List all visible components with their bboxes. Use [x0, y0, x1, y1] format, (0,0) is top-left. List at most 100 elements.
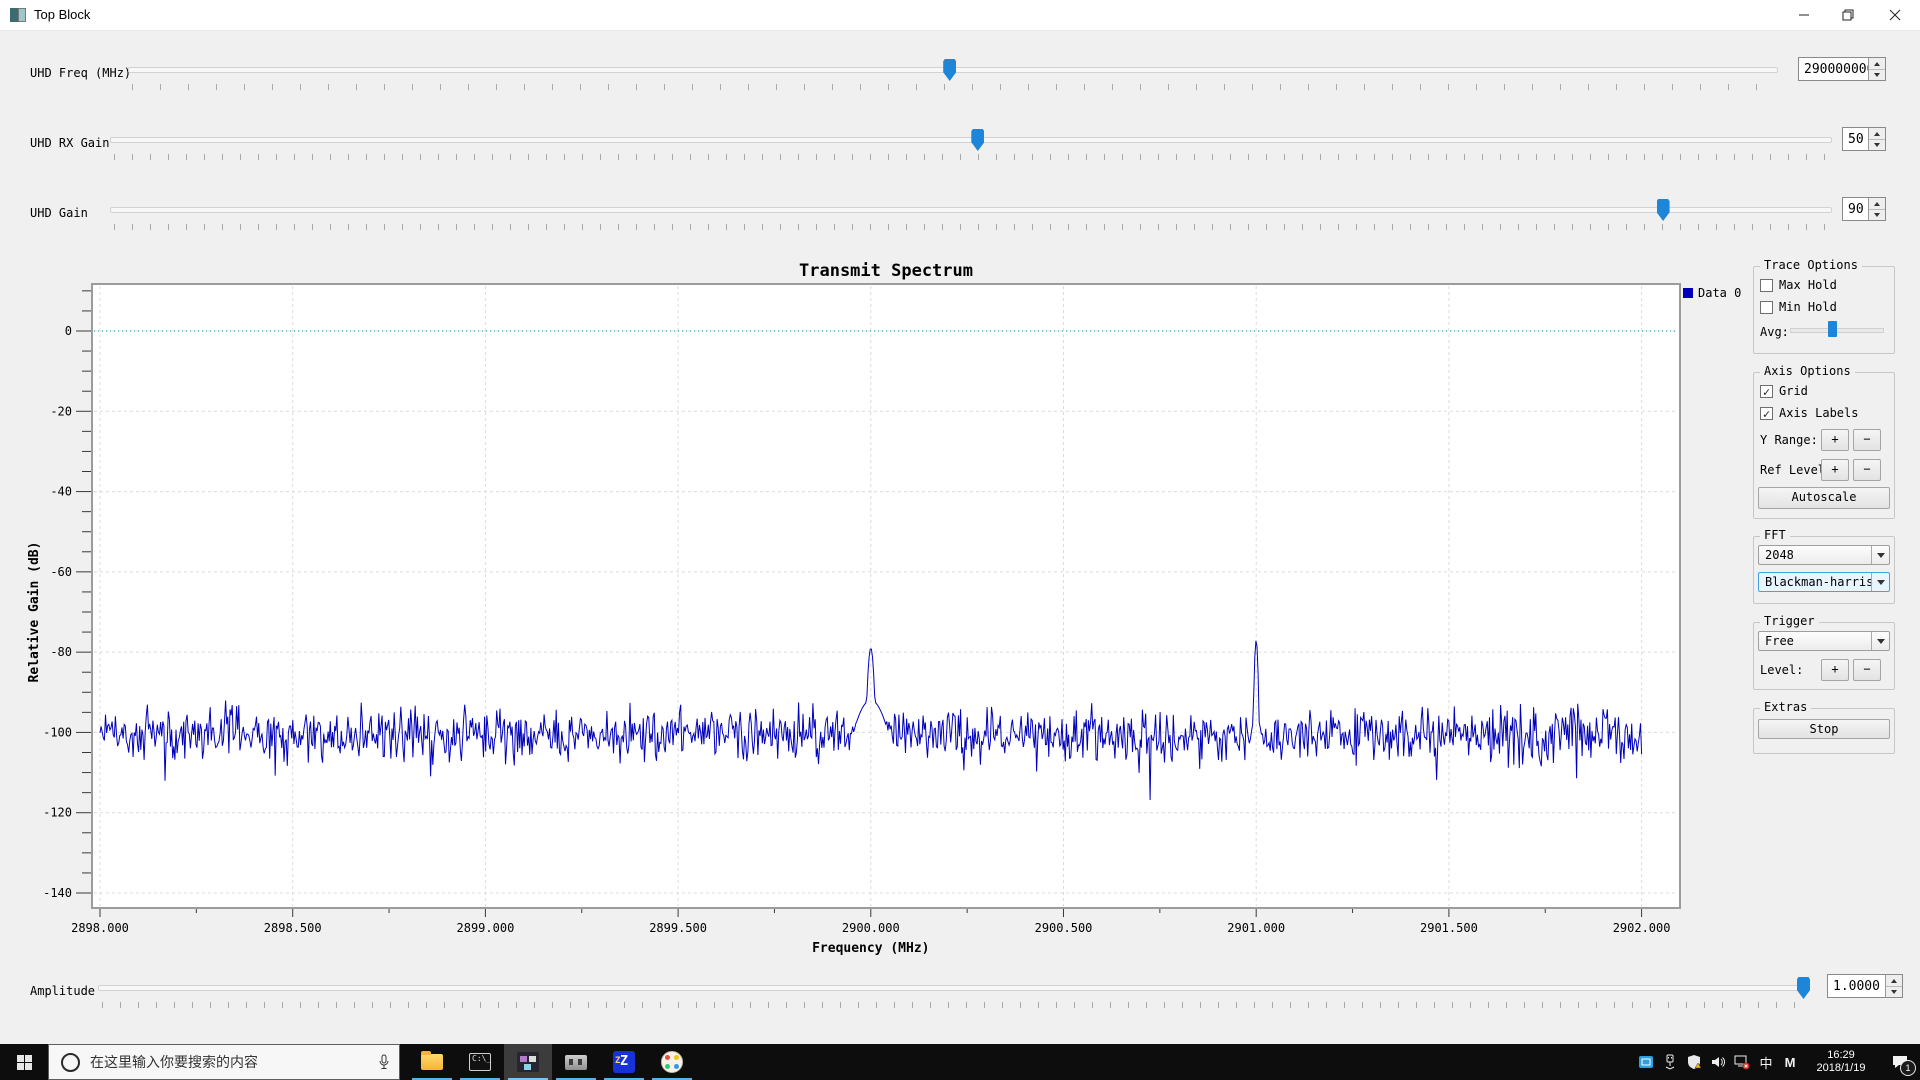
svg-text:-80: -80 — [50, 645, 72, 659]
volume-icon[interactable] — [1706, 1044, 1730, 1080]
svg-text:-140: -140 — [43, 886, 72, 900]
trigger-title: Trigger — [1760, 614, 1819, 628]
uhd-freq-slider-handle[interactable] — [943, 59, 957, 81]
amplitude-label: Amplitude — [30, 984, 96, 998]
trigger-mode-select[interactable]: Free — [1758, 631, 1890, 651]
max-hold-checkbox-box[interactable] — [1760, 278, 1773, 292]
fft-size-value: 2048 — [1765, 548, 1794, 562]
uhd-gain-spin-down-button[interactable] — [1869, 209, 1885, 220]
windows-logo-icon — [16, 1054, 32, 1070]
uhd-rx-gain-slider[interactable] — [110, 128, 1832, 162]
taskbar-app-command-prompt[interactable]: C:\_ — [456, 1044, 504, 1080]
network-disconnected-icon[interactable] — [1730, 1044, 1754, 1080]
taskbar-app-z-input[interactable]: ZZ — [600, 1044, 648, 1080]
amplitude-spinbox[interactable]: 1.0000 — [1827, 974, 1903, 998]
uhd-rx-gain-slider-track[interactable] — [110, 137, 1832, 143]
trace-options-title: Trace Options — [1760, 258, 1862, 272]
taskbar-app-image-viewer[interactable] — [648, 1044, 696, 1080]
minimize-button[interactable] — [1782, 0, 1826, 29]
uhd-freq-spin-down-button[interactable] — [1869, 69, 1885, 80]
uhd-gain-spinbox[interactable]: 90 — [1842, 197, 1886, 221]
y-range-label: Y Range: — [1760, 433, 1818, 447]
uhd-rx-gain-spin-down-button[interactable] — [1869, 139, 1885, 150]
svg-text:Relative Gain (dB): Relative Gain (dB) — [27, 542, 42, 683]
axis-labels-checkbox-box[interactable]: ✓ — [1760, 406, 1773, 420]
ime-app-icon[interactable] — [1634, 1044, 1658, 1080]
grid-checkbox[interactable]: ✓ Grid — [1760, 383, 1808, 399]
svg-text:0: 0 — [65, 324, 72, 338]
uhd-rx-gain-value[interactable]: 50 — [1848, 132, 1864, 147]
amplitude-slider[interactable] — [98, 976, 1810, 1010]
ime-language-indicator[interactable]: 中 — [1754, 1044, 1778, 1080]
svg-text:Transmit Spectrum: Transmit Spectrum — [799, 261, 973, 281]
taskbar-app-sdr-device[interactable] — [552, 1044, 600, 1080]
svg-text:Data 0: Data 0 — [1698, 286, 1741, 300]
taskbar-app-gnuradio-top-block[interactable] — [504, 1044, 552, 1080]
axis-labels-label: Axis Labels — [1779, 406, 1859, 420]
grid-checkbox-box[interactable]: ✓ — [1760, 384, 1773, 398]
min-hold-checkbox-box[interactable] — [1760, 300, 1773, 314]
ref-level-minus-button[interactable]: − — [1853, 459, 1881, 481]
avg-slider-handle[interactable] — [1828, 321, 1838, 337]
action-center-button[interactable]: 1 — [1880, 1044, 1920, 1080]
uhd-gain-label: UHD Gain — [30, 206, 88, 220]
y-range-minus-button[interactable]: − — [1853, 429, 1881, 451]
taskbar-search-input[interactable]: 在这里输入你要搜索的内容 — [48, 1044, 400, 1080]
extras-title: Extras — [1760, 700, 1812, 714]
chevron-down-icon — [1871, 573, 1889, 591]
desktop: Top Block UHD Freq (MHz) 2900000000 UHD … — [0, 0, 1920, 1080]
uhd-rx-gain-slider-handle[interactable] — [971, 129, 985, 151]
svg-text:2900.500: 2900.500 — [1035, 921, 1093, 935]
ref-level-plus-button[interactable]: + — [1821, 459, 1849, 481]
spectrum-plot[interactable]: 0 -20 -40 -60 -80 -100 -120 -140 2898.000 2898.50… — [20, 250, 1750, 965]
microphone-icon[interactable] — [369, 1054, 399, 1070]
autoscale-button[interactable]: Autoscale — [1758, 487, 1890, 509]
clock-time: 16:29 — [1827, 1049, 1855, 1061]
amplitude-slider-handle[interactable] — [1797, 977, 1810, 999]
fft-size-select[interactable]: 2048 — [1758, 545, 1890, 565]
restore-button[interactable] — [1826, 0, 1870, 29]
svg-text:2901.500: 2901.500 — [1420, 921, 1478, 935]
taskbar-clock[interactable]: 16:29 2018/1/19 — [1802, 1049, 1880, 1075]
command-prompt-icon: C:\_ — [469, 1053, 491, 1071]
uhd-freq-slider[interactable] — [128, 58, 1778, 92]
uhd-gain-value[interactable]: 90 — [1848, 202, 1864, 217]
svg-text:-20: -20 — [50, 404, 72, 418]
y-range-plus-button[interactable]: + — [1821, 429, 1849, 451]
uhd-gain-slider-ticks — [114, 224, 1832, 230]
trigger-level-minus-button[interactable]: − — [1853, 659, 1881, 681]
svg-text:2899.000: 2899.000 — [457, 921, 515, 935]
start-button[interactable] — [0, 1044, 48, 1080]
axis-options-title: Axis Options — [1760, 364, 1855, 378]
close-button[interactable] — [1870, 0, 1920, 29]
system-tray: 中 M 16:29 2018/1/19 1 — [1634, 1044, 1920, 1080]
stop-button[interactable]: Stop — [1758, 719, 1890, 739]
uhd-gain-slider-track[interactable] — [110, 207, 1832, 213]
avg-slider[interactable] — [1790, 321, 1884, 337]
uhd-freq-spinbox[interactable]: 2900000000 — [1798, 57, 1886, 81]
amplitude-slider-ticks — [102, 1002, 1810, 1008]
svg-text:-120: -120 — [43, 806, 72, 820]
ime-mode-indicator[interactable]: M — [1778, 1044, 1802, 1080]
svg-text:2901.000: 2901.000 — [1227, 921, 1285, 935]
amplitude-value[interactable]: 1.0000 — [1833, 979, 1880, 994]
trigger-level-plus-button[interactable]: + — [1821, 659, 1849, 681]
svg-text:-100: -100 — [43, 725, 72, 739]
max-hold-checkbox[interactable]: Max Hold — [1760, 277, 1837, 293]
notification-badge: 1 — [1900, 1060, 1916, 1076]
fft-window-select[interactable]: Blackman-harris — [1758, 572, 1890, 592]
amplitude-spin-down-button[interactable] — [1886, 986, 1902, 997]
defender-shield-icon[interactable] — [1682, 1044, 1706, 1080]
taskbar-app-file-explorer[interactable] — [408, 1044, 456, 1080]
uhd-freq-label: UHD Freq (MHz) — [30, 66, 132, 80]
uhd-gain-slider[interactable] — [110, 198, 1832, 232]
fft-window-value: Blackman-harris — [1765, 575, 1874, 589]
svg-text:2902.000: 2902.000 — [1613, 921, 1671, 935]
axis-labels-checkbox[interactable]: ✓ Axis Labels — [1760, 405, 1858, 421]
min-hold-checkbox[interactable]: Min Hold — [1760, 299, 1837, 315]
uhd-gain-slider-handle[interactable] — [1656, 199, 1670, 221]
uhd-rx-gain-spinbox[interactable]: 50 — [1842, 127, 1886, 151]
amplitude-slider-track[interactable] — [98, 985, 1810, 991]
usb-icon[interactable] — [1658, 1044, 1682, 1080]
svg-text:2898.500: 2898.500 — [264, 921, 322, 935]
